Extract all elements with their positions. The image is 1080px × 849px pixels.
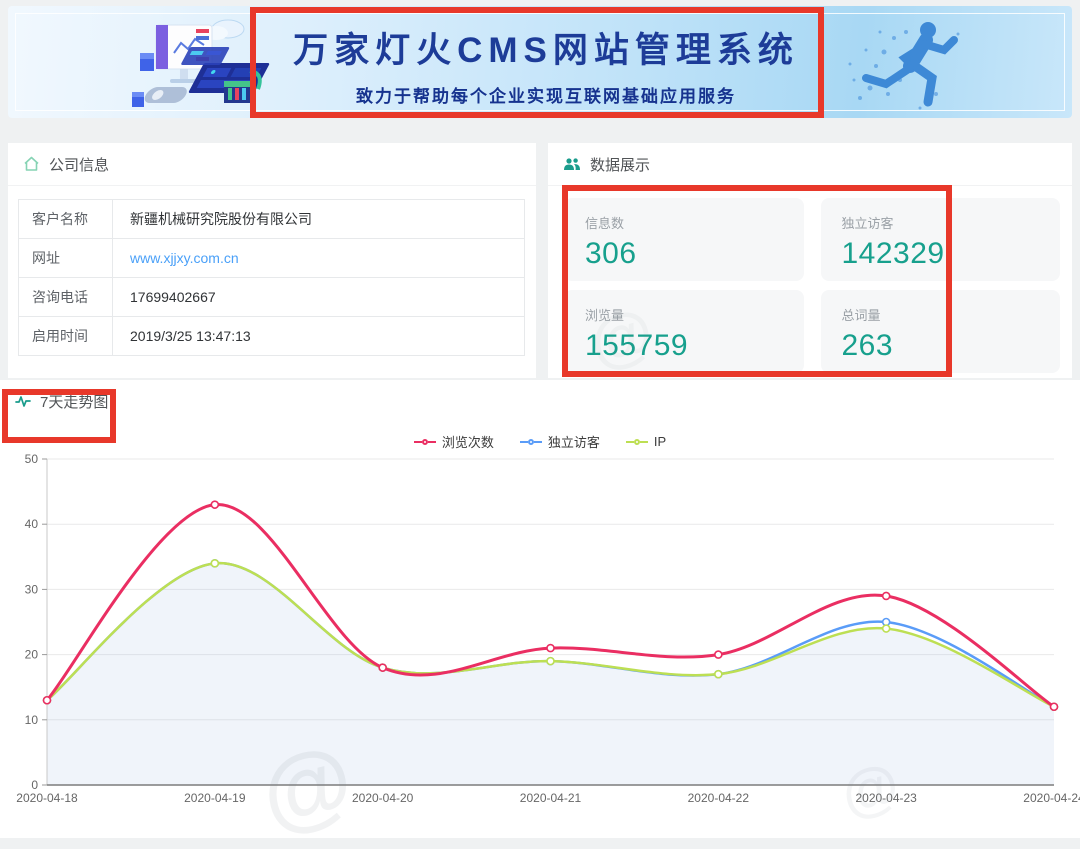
home-icon [23, 156, 40, 172]
svg-text:40: 40 [25, 517, 39, 531]
stats-grid: 信息数 306 独立访客 142329 浏览量 155759 总词量 263 [564, 198, 1060, 373]
stat-label: 总词量 [842, 305, 1061, 324]
data-display-header: 数据展示 [548, 143, 1072, 186]
top-banner: 万家灯火CMS网站管理系统 致力于帮助每个企业实现互联网基础应用服务 [8, 6, 1072, 118]
stat-value: 306 [585, 237, 804, 271]
svg-text:20: 20 [25, 648, 39, 662]
table-row: 咨询电话 17699402667 [19, 278, 525, 317]
legend-item-page-views[interactable]: 浏览次数 [414, 432, 494, 451]
svg-text:2020-04-19: 2020-04-19 [184, 791, 246, 805]
trend-chart-panel: 7天走势图 浏览次数 独立访客 IP 0 10 20 30 40 50 2020-04-18… [0, 380, 1080, 838]
trend-chart-header: 7天走势图 [0, 380, 1080, 423]
app-subtitle: 致力于帮助每个企业实现互联网基础应用服务 [260, 82, 832, 107]
legend-label: IP [654, 434, 666, 449]
stat-card-total-words: 总词量 263 [821, 290, 1061, 373]
stat-value: 263 [842, 329, 1061, 363]
svg-text:50: 50 [25, 454, 39, 466]
stat-card-page-views: 浏览量 155759 [564, 290, 804, 373]
svg-text:2020-04-24: 2020-04-24 [1023, 791, 1080, 805]
svg-text:2020-04-23: 2020-04-23 [855, 791, 917, 805]
chart-legend: 浏览次数 独立访客 IP [0, 432, 1080, 451]
svg-text:2020-04-20: 2020-04-20 [352, 791, 414, 805]
stat-label: 独立访客 [842, 213, 1061, 232]
svg-text:2020-04-18: 2020-04-18 [16, 791, 78, 805]
legend-marker-icon [520, 439, 542, 445]
runner-illustration-icon [836, 8, 1031, 118]
row-label: 客户名称 [19, 200, 113, 239]
legend-marker-icon [414, 439, 436, 445]
pulse-icon [15, 394, 31, 409]
stat-label: 信息数 [585, 213, 804, 232]
row-value: 新疆机械研究院股份有限公司 [113, 200, 525, 239]
legend-marker-icon [626, 439, 648, 445]
company-info-title: 公司信息 [49, 154, 109, 175]
legend-label: 浏览次数 [442, 432, 494, 451]
trend-line-chart[interactable]: 0 10 20 30 40 50 2020-04-18 2020-04-19 2020-04-2… [0, 454, 1080, 826]
legend-item-unique-visitors[interactable]: 独立访客 [520, 432, 600, 451]
users-icon [563, 157, 581, 172]
stat-card-unique-visitors: 独立访客 142329 [821, 198, 1061, 281]
stat-card-info-count: 信息数 306 [564, 198, 804, 281]
row-label: 咨询电话 [19, 278, 113, 317]
svg-text:0: 0 [31, 778, 38, 792]
stat-label: 浏览量 [585, 305, 804, 324]
legend-label: 独立访客 [548, 432, 600, 451]
data-display-panel: 数据展示 信息数 306 独立访客 142329 浏览量 155759 总词量 … [548, 143, 1072, 378]
svg-text:2020-04-21: 2020-04-21 [520, 791, 582, 805]
table-row: 启用时间 2019/3/25 13:47:13 [19, 317, 525, 356]
website-link[interactable]: www.xjjxy.com.cn [130, 250, 239, 266]
company-info-header: 公司信息 [8, 143, 536, 186]
svg-text:30: 30 [25, 582, 39, 596]
table-row: 网址 www.xjjxy.com.cn [19, 239, 525, 278]
company-info-panel: 公司信息 客户名称 新疆机械研究院股份有限公司 网址 www.xjjxy.com… [8, 143, 536, 378]
trend-chart-title: 7天走势图 [40, 391, 108, 412]
row-label: 启用时间 [19, 317, 113, 356]
svg-text:10: 10 [25, 713, 39, 727]
stat-value: 155759 [585, 329, 804, 363]
table-row: 客户名称 新疆机械研究院股份有限公司 [19, 200, 525, 239]
row-label: 网址 [19, 239, 113, 278]
row-value: 17699402667 [113, 278, 525, 317]
svg-text:2020-04-22: 2020-04-22 [688, 791, 750, 805]
app-title: 万家灯火CMS网站管理系统 [260, 22, 832, 73]
stat-value: 142329 [842, 237, 1061, 271]
row-value: 2019/3/25 13:47:13 [113, 317, 525, 356]
data-display-title: 数据展示 [590, 154, 650, 175]
company-info-table: 客户名称 新疆机械研究院股份有限公司 网址 www.xjjxy.com.cn 咨… [18, 199, 525, 356]
legend-item-ip[interactable]: IP [626, 432, 666, 451]
